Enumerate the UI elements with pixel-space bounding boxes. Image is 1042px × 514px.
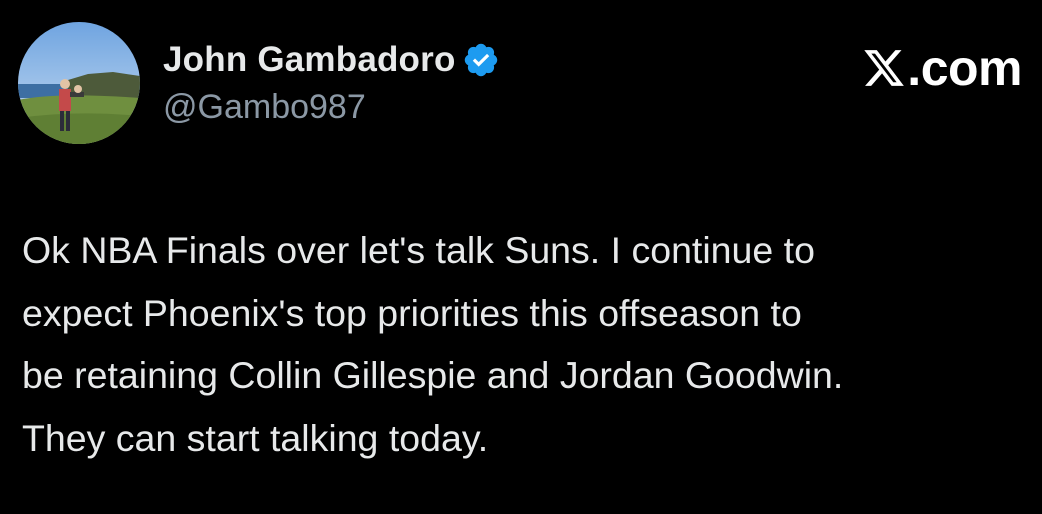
tweet-line: They can start talking today. (22, 416, 489, 459)
avatar[interactable] (18, 22, 140, 144)
verified-badge-icon (462, 41, 500, 79)
name-row: John Gambadoro (163, 38, 500, 82)
author-block: John Gambadoro @Gambo987 (163, 38, 500, 127)
brand-watermark: .com (862, 40, 1022, 96)
tweet-line: expect Phoenix's top priorities this off… (22, 291, 802, 334)
tweet-card: John Gambadoro @Gambo987 .com Ok NBA Fin… (0, 0, 1042, 514)
display-name[interactable]: John Gambadoro (163, 40, 456, 80)
tweet-line: Ok NBA Finals over let's talk Suns. I co… (22, 229, 815, 271)
tweet-body: Ok NBA Finals over let's talk Suns. I co… (22, 219, 1032, 469)
avatar-photo (18, 22, 140, 144)
tweet-line: be retaining Collin Gillespie and Jordan… (22, 354, 844, 396)
x-logo-icon (862, 46, 906, 90)
brand-domain-text: .com (907, 40, 1022, 96)
user-handle[interactable]: @Gambo987 (163, 88, 500, 127)
